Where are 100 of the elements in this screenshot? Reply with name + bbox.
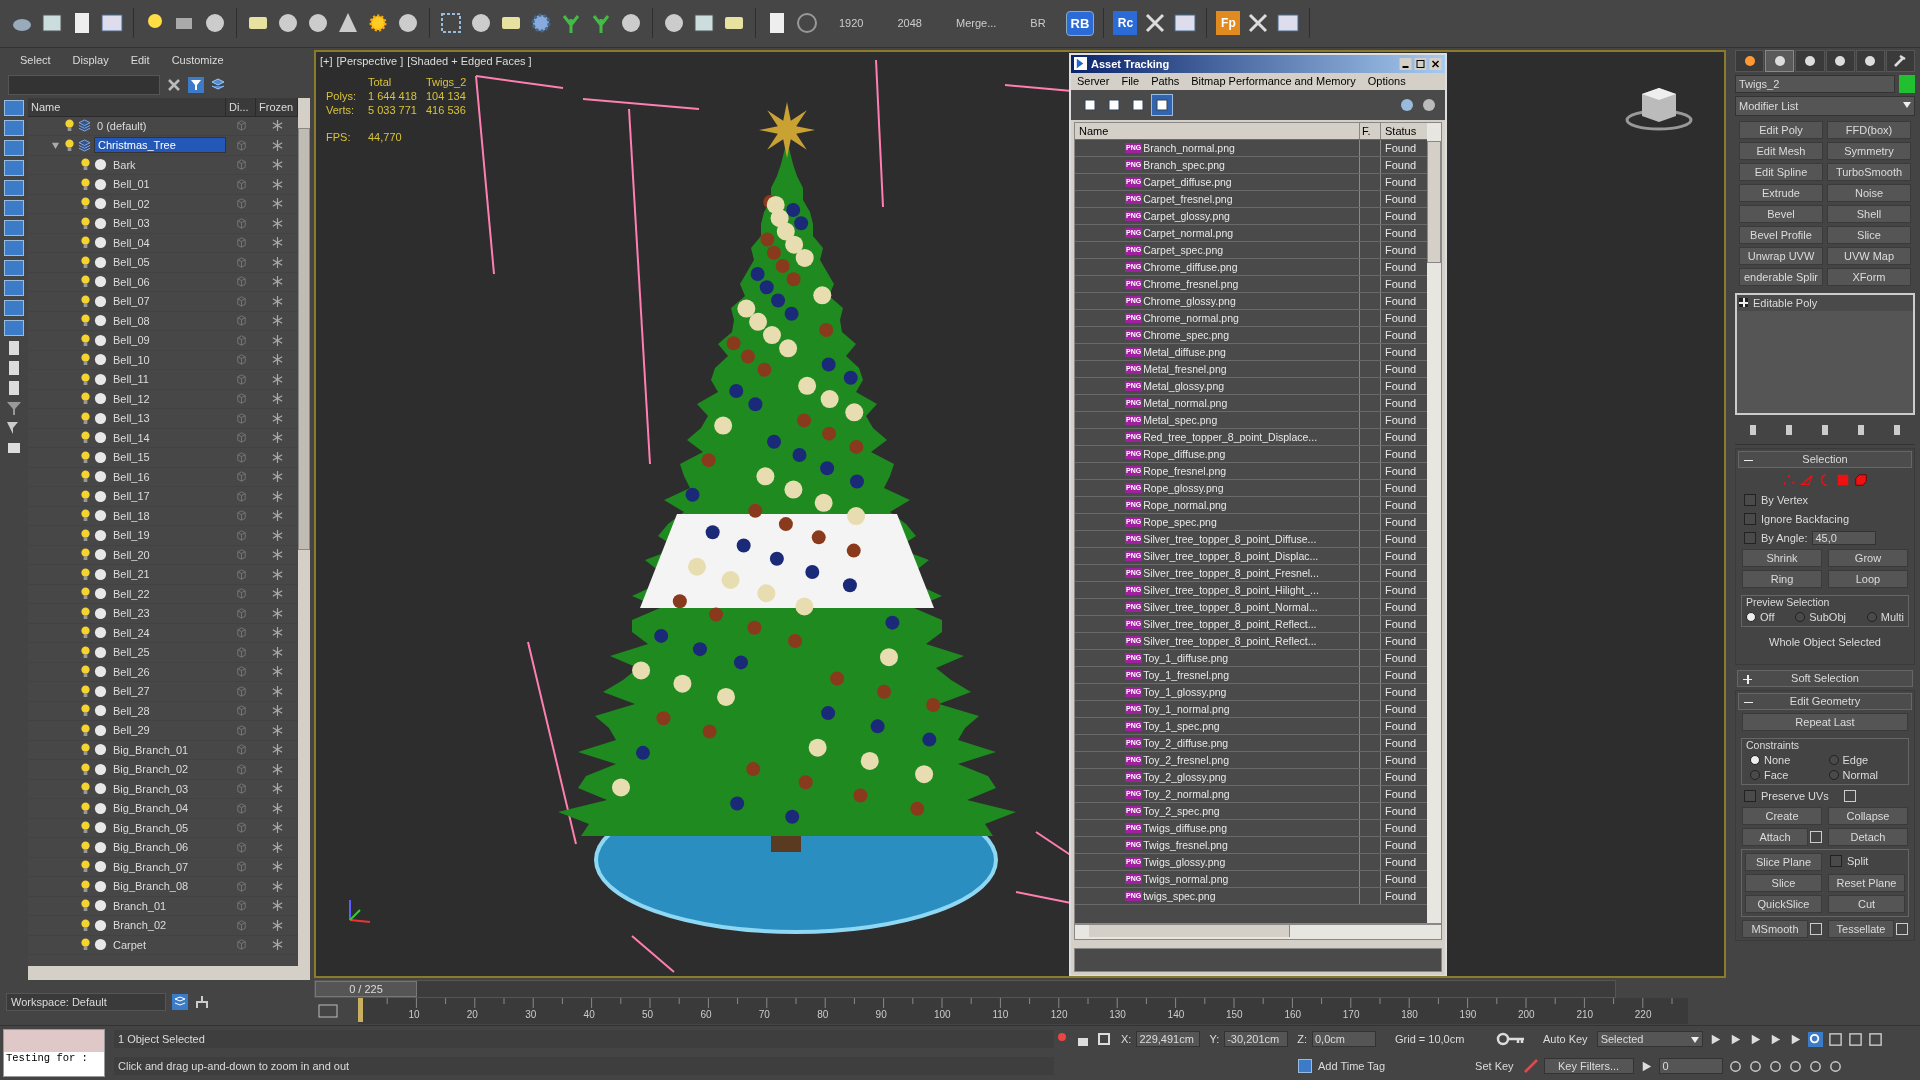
snowflake-icon[interactable] — [271, 665, 284, 679]
modifier-button[interactable]: Bevel — [1739, 204, 1823, 223]
modifier-button[interactable]: Bevel Profile — [1739, 225, 1823, 244]
snowflake-icon[interactable] — [271, 587, 284, 601]
file-name[interactable]: Toy_2_fresnel.png — [1143, 751, 1229, 768]
object-name[interactable]: Bell_29 — [110, 723, 226, 738]
object-name[interactable]: Big_Branch_03 — [110, 781, 226, 796]
light-bulb-icon[interactable] — [80, 392, 91, 406]
light-bulb-icon[interactable] — [80, 684, 91, 698]
close-icon[interactable] — [166, 76, 182, 93]
file-name[interactable]: Silver_tree_topper_8_point_Displac... — [1143, 547, 1319, 564]
layer-name[interactable]: Christmas_Tree — [94, 137, 226, 154]
file-name[interactable]: Toy_2_glossy.png — [1143, 768, 1227, 785]
object-name-field[interactable]: Twigs_2 — [1735, 74, 1895, 93]
object-name[interactable]: Branch_02 — [110, 918, 226, 933]
object-name[interactable]: Bell_06 — [110, 274, 226, 289]
workspace-dropdown[interactable]: Workspace: Default — [6, 993, 166, 1012]
object-name[interactable]: Bell_08 — [110, 313, 226, 328]
light-bulb-icon[interactable] — [80, 801, 91, 815]
file-name[interactable]: Carpet_glossy.png — [1143, 207, 1230, 224]
snowflake-icon[interactable] — [271, 294, 284, 308]
geometry-button[interactable]: MSmooth — [1742, 919, 1808, 938]
light-bulb-icon[interactable] — [80, 372, 91, 386]
file-name[interactable]: Rope_normal.png — [1143, 496, 1227, 513]
command-tab[interactable] — [1765, 49, 1795, 72]
snowflake-icon[interactable] — [271, 177, 284, 191]
snowflake-icon[interactable] — [271, 411, 284, 425]
file-name[interactable]: Toy_1_diffuse.png — [1143, 649, 1229, 666]
snowflake-icon[interactable] — [271, 782, 284, 796]
menu-item[interactable]: Server — [1077, 75, 1110, 88]
file-name[interactable]: Metal_glossy.png — [1143, 377, 1225, 394]
coordinate-field[interactable]: -30,201cm — [1224, 1031, 1289, 1048]
command-tab[interactable] — [1885, 49, 1916, 72]
snowflake-icon[interactable] — [271, 938, 284, 952]
modifier-button[interactable]: Edit Poly — [1739, 120, 1823, 139]
object-name[interactable]: Bell_18 — [110, 508, 226, 523]
minimize-icon[interactable] — [1399, 57, 1412, 70]
close-icon[interactable] — [1429, 57, 1442, 70]
layer-name[interactable]: 0 (default) — [94, 118, 226, 133]
light-bulb-icon[interactable] — [80, 567, 91, 581]
modifier-button[interactable]: enderable Splir — [1739, 267, 1823, 286]
light-bulb-icon[interactable] — [80, 333, 91, 347]
light-bulb-icon[interactable] — [80, 489, 91, 503]
radio-button[interactable] — [1750, 769, 1760, 780]
light-bulb-icon[interactable] — [64, 119, 75, 133]
snowflake-icon[interactable] — [271, 489, 284, 503]
object-name[interactable]: Bell_19 — [110, 528, 226, 543]
pencil-icon[interactable] — [1522, 1058, 1539, 1075]
light-bulb-icon[interactable] — [80, 314, 91, 328]
snowflake-icon[interactable] — [271, 743, 284, 757]
object-name[interactable]: Branch_01 — [110, 898, 226, 913]
snowflake-icon[interactable] — [271, 138, 284, 152]
snowflake-icon[interactable] — [271, 567, 284, 581]
snowflake-icon[interactable] — [271, 275, 284, 289]
toolbar-readout[interactable]: BR — [1016, 17, 1060, 30]
slice-button[interactable]: Cut — [1828, 894, 1905, 913]
light-bulb-icon[interactable] — [64, 138, 75, 152]
vertical-scrollbar[interactable] — [298, 97, 310, 980]
light-bulb-icon[interactable] — [80, 294, 91, 308]
modifier-button[interactable]: TurboSmooth — [1827, 162, 1911, 181]
transform-icon[interactable] — [1096, 1031, 1112, 1048]
object-name[interactable]: Bell_13 — [110, 411, 226, 426]
light-bulb-icon[interactable] — [80, 450, 91, 464]
file-name[interactable]: Chrome_fresnel.png — [1143, 275, 1239, 292]
modifier-button[interactable]: Edit Spline — [1739, 162, 1823, 181]
checkbox[interactable] — [1744, 531, 1756, 544]
geometry-button[interactable]: Create — [1742, 806, 1822, 825]
script-listener-field[interactable]: Testing for : — [3, 1028, 105, 1077]
snowflake-icon[interactable] — [271, 704, 284, 718]
maximize-icon[interactable] — [1414, 57, 1427, 70]
expand-icon[interactable] — [1743, 674, 1752, 684]
selection-button[interactable]: Loop — [1828, 569, 1908, 588]
modifier-button[interactable]: Slice — [1827, 225, 1911, 244]
object-name[interactable]: Big_Branch_05 — [110, 820, 226, 835]
file-name[interactable]: Rope_spec.png — [1143, 513, 1217, 530]
light-bulb-icon[interactable] — [80, 645, 91, 659]
command-tab[interactable] — [1855, 49, 1885, 72]
object-name[interactable]: Bell_17 — [110, 489, 226, 504]
light-bulb-icon[interactable] — [80, 782, 91, 796]
view-mode-button[interactable] — [1151, 93, 1173, 116]
object-name[interactable]: Big_Branch_04 — [110, 801, 226, 816]
file-name[interactable]: Metal_spec.png — [1143, 411, 1218, 428]
time-slider-thumb[interactable]: 0 / 225 — [315, 980, 417, 997]
modifier-button[interactable]: Shell — [1827, 204, 1911, 223]
snowflake-icon[interactable] — [271, 216, 284, 230]
light-bulb-icon[interactable] — [80, 606, 91, 620]
object-name[interactable]: Bell_24 — [110, 625, 226, 640]
file-name[interactable]: Branch_spec.png — [1143, 156, 1225, 173]
light-bulb-icon[interactable] — [80, 431, 91, 445]
file-name[interactable]: Chrome_glossy.png — [1143, 292, 1236, 309]
element-icon[interactable] — [1854, 472, 1868, 487]
snowflake-icon[interactable] — [271, 236, 284, 250]
toolbar-readout[interactable]: 2048 — [883, 17, 936, 30]
light-bulb-icon[interactable] — [80, 548, 91, 562]
file-name[interactable]: Twigs_normal.png — [1143, 870, 1229, 887]
light-bulb-icon[interactable] — [80, 704, 91, 718]
modifier-list-dropdown[interactable]: Modifier List — [1735, 95, 1915, 116]
key-filters-button[interactable]: Key Filters... — [1543, 1058, 1634, 1075]
snowflake-icon[interactable] — [271, 255, 284, 269]
menu-item[interactable]: Display — [72, 53, 109, 66]
